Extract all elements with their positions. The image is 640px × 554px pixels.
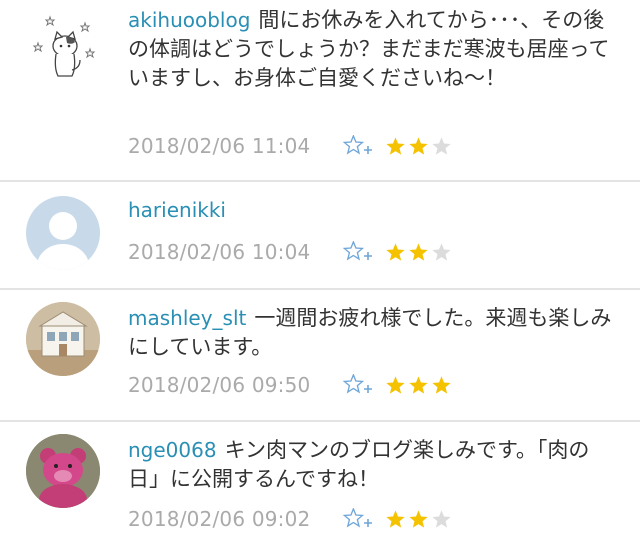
comment-username[interactable]: harienikki	[128, 198, 226, 222]
star-empty-icon	[430, 135, 453, 157]
star-filled-icon	[407, 241, 430, 263]
comment-meta: 2018/02/06 10:04	[128, 238, 453, 266]
add-star-icon[interactable]	[342, 507, 374, 530]
star-rating	[384, 135, 453, 157]
star-rating	[384, 241, 453, 263]
pink-bear-toy-icon	[26, 434, 100, 508]
star-filled-icon	[407, 374, 430, 396]
star-filled-icon	[430, 374, 453, 396]
comment-username[interactable]: nge0068	[128, 438, 217, 462]
comment-timestamp: 2018/02/06 11:04	[128, 134, 311, 158]
default-person-icon	[37, 212, 89, 270]
star-filled-icon	[384, 508, 407, 530]
star-filled-icon	[384, 374, 407, 396]
comment-meta: 2018/02/06 11:04	[128, 132, 453, 160]
comment-timestamp: 2018/02/06 09:02	[128, 507, 311, 531]
avatar[interactable]	[26, 8, 100, 82]
avatar[interactable]	[26, 302, 100, 376]
add-star-icon[interactable]	[342, 373, 374, 396]
comment-timestamp: 2018/02/06 09:50	[128, 373, 311, 397]
star-rating	[384, 374, 453, 396]
star-empty-icon	[430, 241, 453, 263]
comment-username[interactable]: mashley_slt	[128, 306, 246, 330]
star-filled-icon	[407, 508, 430, 530]
add-star-icon[interactable]	[342, 240, 374, 263]
add-star-icon[interactable]	[342, 134, 374, 157]
star-filled-icon	[407, 135, 430, 157]
comment-meta: 2018/02/06 09:02	[128, 505, 453, 533]
cat-illustration-icon	[32, 15, 96, 77]
star-filled-icon	[384, 135, 407, 157]
comment-meta: 2018/02/06 09:50	[128, 371, 453, 399]
avatar[interactable]	[26, 196, 100, 270]
star-filled-icon	[384, 241, 407, 263]
comment-username[interactable]: akihuooblog	[128, 8, 250, 32]
comment-item: akihuooblog 間にお休みを入れてから･･･、その後の体調はどうでしょうか…	[0, 0, 640, 180]
dollhouse-photo-icon	[26, 302, 100, 376]
comment-item: mashley_slt 一週間お疲れ様でした。来週も楽しみにしています。 2018…	[0, 290, 640, 420]
comment-timestamp: 2018/02/06 10:04	[128, 240, 311, 264]
avatar[interactable]	[26, 434, 100, 508]
star-empty-icon	[430, 508, 453, 530]
comment-item: nge0068 キン肉マンのブログ楽しみです。「肉の日」に公開するんですね！ 20…	[0, 422, 640, 554]
comment-list: akihuooblog 間にお休みを入れてから･･･、その後の体調はどうでしょうか…	[0, 0, 640, 554]
comment-item: harienikki 2018/02/06 10:04	[0, 182, 640, 288]
star-rating	[384, 508, 453, 530]
